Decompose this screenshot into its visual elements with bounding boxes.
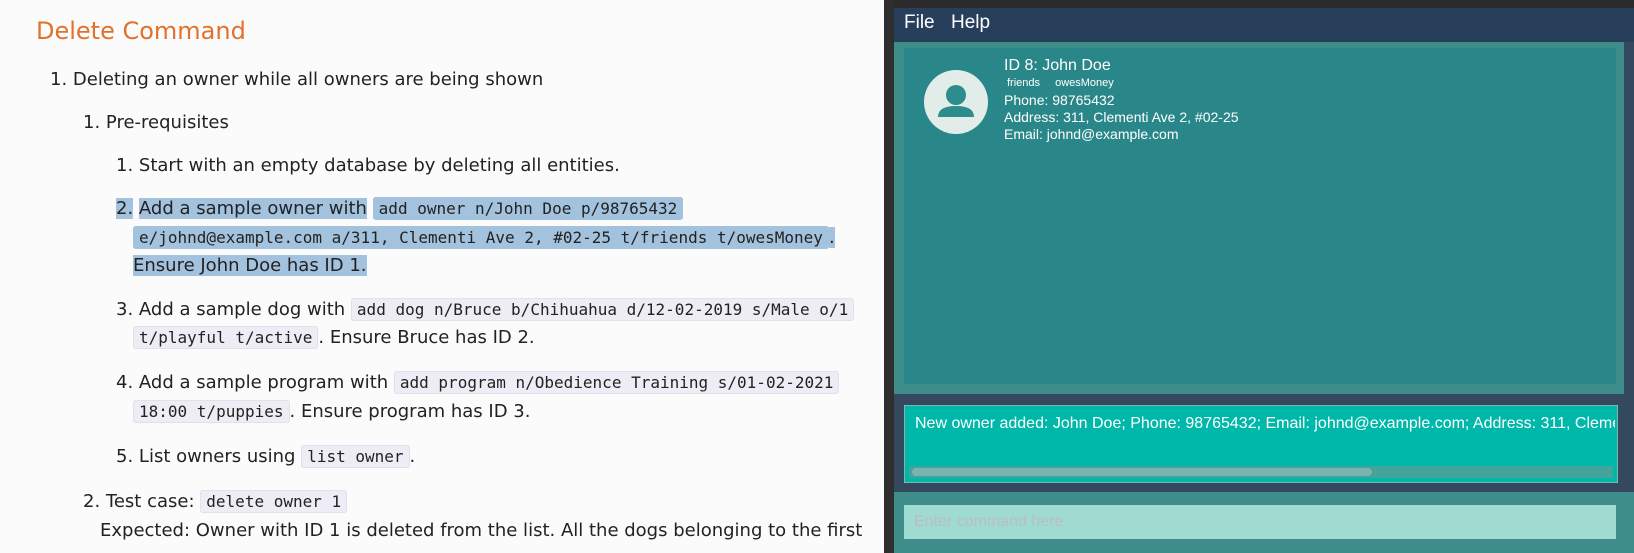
- step-empty-database: 1. Start with an empty database by delet…: [116, 155, 620, 176]
- inline-code: list owner: [301, 445, 410, 468]
- list-item-text: Add a sample owner with: [138, 198, 367, 219]
- step-list-owners: 5. List owners using list owner.: [116, 445, 416, 468]
- expected-result-text: Expected: Owner with ID 1 is deleted fro…: [100, 520, 863, 541]
- inline-code: delete owner 1: [200, 490, 348, 513]
- menu-file[interactable]: File: [904, 12, 935, 34]
- list-number: 3.: [116, 299, 134, 320]
- window-frame-left: [884, 0, 894, 553]
- inline-code: add owner n/John Doe p/98765432: [372, 197, 684, 220]
- section-heading: Delete Command: [36, 17, 246, 45]
- list-number: 1.: [50, 69, 68, 90]
- list-number: 1.: [83, 112, 101, 133]
- list-item-text: Test case:: [105, 491, 195, 512]
- list-item-text: Add a sample program with: [138, 372, 389, 393]
- owner-tags: friends owesMoney: [1007, 77, 1114, 89]
- list-number: 4.: [116, 372, 134, 393]
- punctuation: .: [409, 446, 416, 467]
- list-number: 2.: [83, 491, 101, 512]
- list-number: 2.: [116, 198, 134, 219]
- owner-phone: Phone: 98765432: [1004, 92, 1115, 108]
- inline-code: t/playful t/active: [133, 326, 319, 349]
- owner-address: Address: 311, Clementi Ave 2, #02-25: [1004, 109, 1239, 125]
- menu-help[interactable]: Help: [951, 12, 990, 34]
- step-add-program-cont: 18:00 t/puppies. Ensure program has ID 3…: [133, 400, 531, 423]
- window-frame-top: [884, 0, 1634, 8]
- step-add-owner: 2. Add a sample owner with add owner n/J…: [116, 197, 684, 220]
- user-guide-document: Delete Command 1. Deleting an owner whil…: [0, 0, 884, 553]
- punctuation: .: [828, 227, 835, 248]
- list-item-text: Start with an empty database by deleting…: [138, 155, 620, 176]
- tag-badge: friends: [1007, 77, 1041, 89]
- list-item-prerequisites: 1. Pre-requisites: [83, 112, 229, 133]
- owner-email: Email: johnd@example.com: [1004, 126, 1179, 142]
- list-item-text: List owners using: [138, 446, 296, 467]
- list-item-text: Add a sample dog with: [138, 299, 346, 320]
- inline-code: 18:00 t/puppies: [133, 400, 290, 423]
- inline-code: e/johnd@example.com a/311, Clementi Ave …: [133, 226, 829, 249]
- scrollbar-thumb[interactable]: [912, 468, 1372, 476]
- horizontal-scrollbar[interactable]: [909, 466, 1613, 478]
- step-add-dog: 3. Add a sample dog with add dog n/Bruce…: [116, 298, 855, 321]
- step-add-owner-note: Ensure John Doe has ID 1.: [133, 255, 367, 276]
- list-number: 5.: [116, 446, 134, 467]
- owner-card[interactable]: ID 8: John Doe friends owesMoney Phone: …: [904, 48, 1616, 384]
- command-input[interactable]: [904, 505, 1616, 539]
- list-item-text: . Ensure program has ID 3.: [289, 401, 531, 422]
- inline-code: add dog n/Bruce b/Chihuahua d/12-02-2019…: [350, 298, 855, 321]
- list-item-text: Ensure John Doe has ID 1.: [133, 255, 367, 276]
- tag-badge: owesMoney: [1055, 77, 1114, 89]
- list-number: 1.: [116, 155, 134, 176]
- list-item-deleting-owner: 1. Deleting an owner while all owners ar…: [50, 69, 543, 90]
- step-add-program: 4. Add a sample program with add program…: [116, 371, 840, 394]
- app-window: File Help ID 8: John Doe friends owesMon…: [884, 0, 1634, 553]
- list-item-text: Deleting an owner while all owners are b…: [72, 69, 544, 90]
- list-item-text: . Ensure Bruce has ID 2.: [318, 327, 535, 348]
- list-item-test-case: 2. Test case: delete owner 1: [83, 490, 348, 513]
- result-message: New owner added: John Doe; Phone: 987654…: [915, 415, 1615, 432]
- list-item-text: Pre-requisites: [105, 112, 229, 133]
- inline-code: add program n/Obedience Training s/01-02…: [393, 371, 840, 394]
- step-add-dog-cont: t/playful t/active. Ensure Bruce has ID …: [133, 326, 535, 349]
- owner-id-name: ID 8: John Doe: [1004, 57, 1111, 74]
- result-display: New owner added: John Doe; Phone: 987654…: [904, 405, 1618, 483]
- person-icon: [938, 85, 974, 117]
- step-add-owner-cont: e/johnd@example.com a/311, Clementi Ave …: [133, 226, 835, 249]
- menu-bar: File Help: [894, 8, 1634, 42]
- avatar: [924, 70, 988, 134]
